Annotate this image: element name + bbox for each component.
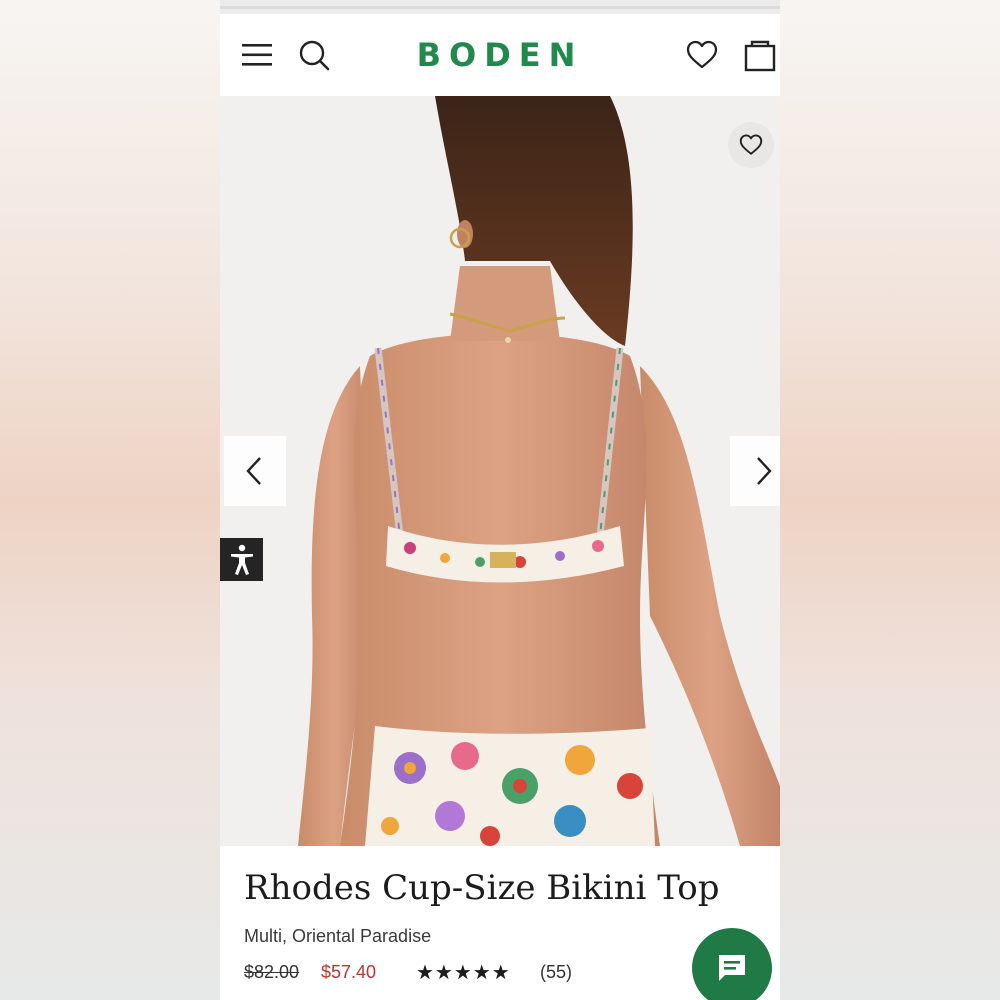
product-image-gallery[interactable] <box>220 96 780 846</box>
top-strip <box>220 0 780 14</box>
favorite-button[interactable] <box>728 122 774 168</box>
product-info: Rhodes Cup-Size Bikini Top Multi, Orient… <box>220 846 780 1000</box>
rating-stars[interactable]: ★★★★★ ★★★★★ <box>416 960 532 986</box>
heart-icon[interactable] <box>686 40 718 70</box>
chat-bubble-icon <box>716 952 748 989</box>
product-title: Rhodes Cup-Size Bikini Top <box>244 868 720 908</box>
accessibility-button[interactable] <box>220 538 263 581</box>
background-blur-right <box>780 0 1000 1000</box>
previous-image-button[interactable] <box>224 436 286 506</box>
next-image-button[interactable] <box>730 436 780 506</box>
mobile-page: BODEN Rhodes Cup-Size Bikini Top Multi, … <box>220 0 780 1000</box>
background-blur-left <box>0 0 220 1000</box>
rating-stars-fill: ★★★★★ <box>416 962 511 984</box>
product-color: Multi, Oriental Paradise <box>244 926 432 946</box>
shopping-bag-icon[interactable] <box>744 38 776 72</box>
chat-button[interactable] <box>692 928 772 1000</box>
review-count[interactable]: (55) <box>540 962 572 983</box>
original-price: $82.00 <box>244 962 300 982</box>
site-header: BODEN <box>220 14 780 97</box>
product-photo <box>220 96 780 846</box>
sale-price: $57.40 <box>321 962 377 982</box>
